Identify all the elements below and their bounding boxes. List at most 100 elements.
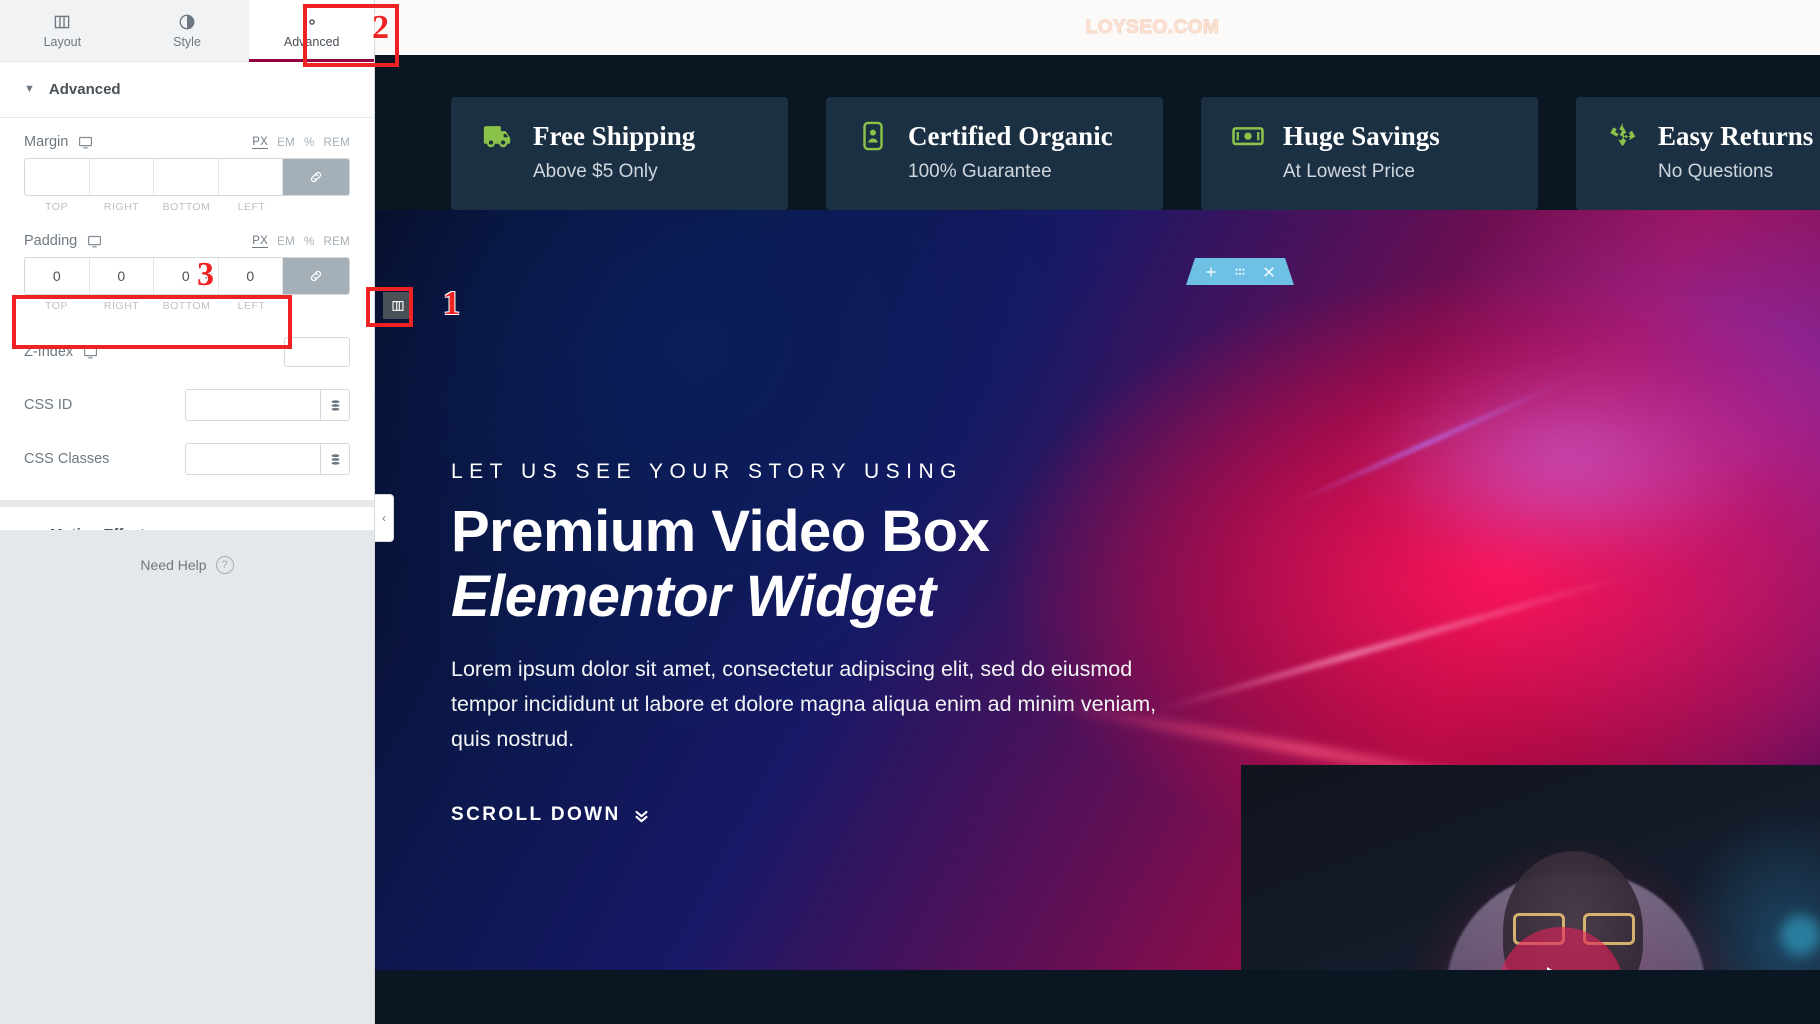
feature-card-subtitle: 100% Guarantee xyxy=(908,161,1052,182)
tab-advanced-label: Advanced xyxy=(283,34,340,49)
css-id-label: CSS ID xyxy=(24,397,73,413)
padding-left-input[interactable] xyxy=(218,258,282,294)
tab-style-label: Style xyxy=(173,34,201,49)
feature-card-subtitle: No Questions xyxy=(1658,161,1774,182)
badge-id-icon xyxy=(856,119,890,153)
feature-card-certified-organic[interactable]: Certified Organic 100% Guarantee xyxy=(826,97,1163,210)
margin-label-right: RIGHT xyxy=(103,201,140,213)
preview-topbar: LOYSEO.COM xyxy=(375,0,1820,55)
edit-column-icon[interactable] xyxy=(383,292,413,319)
unit-em[interactable]: EM xyxy=(277,236,295,248)
recycle-icon xyxy=(1606,119,1640,153)
section-toolbar[interactable] xyxy=(1186,258,1294,285)
unit-rem[interactable]: REM xyxy=(324,236,350,248)
css-classes-label: CSS Classes xyxy=(24,451,110,467)
tab-advanced[interactable]: Advanced xyxy=(249,0,375,62)
feature-card-easy-returns[interactable]: Easy Returns No Questions xyxy=(1576,97,1820,210)
section-title: Advanced xyxy=(48,81,121,98)
unit-percent[interactable]: % xyxy=(304,137,315,149)
need-help-label: Need Help xyxy=(140,557,207,573)
desktop-icon[interactable] xyxy=(78,135,93,150)
chevron-double-down-icon xyxy=(635,810,648,823)
collapse-panel-button[interactable]: ‹ xyxy=(375,494,394,542)
css-classes-field-group xyxy=(185,443,350,475)
zindex-label: Z-Index xyxy=(24,344,74,360)
accordion-motion-effects[interactable]: Motion Effects xyxy=(0,500,374,530)
margin-top-input[interactable] xyxy=(25,159,89,195)
unit-em[interactable]: EM xyxy=(277,137,295,149)
margin-right-input[interactable] xyxy=(89,159,153,195)
unit-px[interactable]: PX xyxy=(252,136,269,149)
annotation-number-1: 1 xyxy=(443,285,460,322)
drag-handle-icon xyxy=(1235,268,1245,275)
zindex-input[interactable] xyxy=(284,337,350,367)
margin-right-cell xyxy=(89,159,154,195)
margin-left-input[interactable] xyxy=(218,159,282,195)
padding-units[interactable]: PX EM % REM xyxy=(252,235,350,248)
padding-right-input[interactable] xyxy=(89,258,153,294)
padding-control: Padding PX EM % REM 0 0 0 0 TOP RIGHT BO… xyxy=(0,215,374,314)
padding-header: Padding PX EM % REM xyxy=(24,233,350,249)
chevron-down-icon: ▼ xyxy=(24,83,35,95)
question-mark-icon: ? xyxy=(215,556,234,574)
margin-label: Margin xyxy=(24,134,69,150)
feature-card-huge-savings[interactable]: Huge Savings At Lowest Price xyxy=(1201,97,1538,210)
elementor-editor: LOYSEO.COM Free Shipping Above $5 Only C… xyxy=(0,0,1820,1024)
layout-icon xyxy=(53,13,71,31)
margin-control: Margin PX EM % REM TOP RIGHT BOTTOM LEFT xyxy=(0,118,374,215)
padding-inputs xyxy=(24,257,350,295)
feature-card-title: Easy Returns xyxy=(1658,120,1814,151)
tab-layout-label: Layout xyxy=(43,34,82,49)
unit-px[interactable]: PX xyxy=(252,235,269,248)
css-id-control: CSS ID xyxy=(0,378,374,432)
desktop-icon[interactable] xyxy=(87,234,102,249)
css-classes-input[interactable] xyxy=(185,443,320,475)
css-id-input[interactable] xyxy=(185,389,320,421)
feature-card-header: Certified Organic xyxy=(826,119,1163,153)
padding-label-top: TOP xyxy=(45,300,68,312)
padding-label: Padding xyxy=(24,233,78,249)
css-classes-control: CSS Classes xyxy=(0,432,374,486)
margin-side-labels: TOP RIGHT BOTTOM LEFT xyxy=(24,201,350,213)
feature-card-title: Free Shipping xyxy=(533,120,696,151)
padding-link-values-button[interactable] xyxy=(283,258,349,294)
margin-label-wrap: Margin xyxy=(24,134,93,150)
feature-card-subtitle: Above $5 Only xyxy=(533,161,658,182)
delete-section-icon xyxy=(1264,267,1274,276)
add-section-icon xyxy=(1206,266,1216,277)
margin-units[interactable]: PX EM % REM xyxy=(252,136,350,149)
feature-cards-row: Free Shipping Above $5 Only Certified Or… xyxy=(375,55,1820,210)
padding-label-right: RIGHT xyxy=(103,300,140,312)
watermark-loyseo: LOYSEO.COM xyxy=(1085,16,1220,38)
annotation-number-3: 3 xyxy=(197,256,214,293)
desktop-icon[interactable] xyxy=(83,345,98,360)
video-box-widget[interactable] xyxy=(1241,765,1820,970)
margin-label-bottom: BOTTOM xyxy=(162,201,211,213)
margin-bottom-cell xyxy=(154,159,219,195)
margin-left-cell xyxy=(218,159,283,195)
tab-layout[interactable]: Layout xyxy=(0,0,125,61)
hero-title-line2: Elementor Widget xyxy=(451,563,936,629)
padding-top-input[interactable] xyxy=(25,258,89,294)
unit-percent[interactable]: % xyxy=(304,236,315,248)
gear-icon xyxy=(303,13,321,31)
padding-label-wrap: Padding xyxy=(24,233,102,249)
dynamic-tags-icon[interactable] xyxy=(320,443,350,475)
play-icon xyxy=(1547,967,1585,970)
scroll-down-link[interactable]: SCROLL DOWN xyxy=(451,804,1181,826)
padding-top-cell xyxy=(25,258,90,294)
feature-card-title: Certified Organic xyxy=(908,120,1113,151)
feature-card-free-shipping[interactable]: Free Shipping Above $5 Only xyxy=(451,97,788,210)
padding-label-bottom: BOTTOM xyxy=(162,300,211,312)
advanced-section-header[interactable]: ▼ Advanced xyxy=(0,62,374,118)
scroll-down-label: SCROLL DOWN xyxy=(451,804,621,826)
hero-content: LET US SEE YOUR STORY USING Premium Vide… xyxy=(451,460,1181,826)
margin-link-values-button[interactable] xyxy=(283,159,349,195)
dynamic-tags-icon[interactable] xyxy=(320,389,350,421)
annotation-number-2: 2 xyxy=(372,9,389,46)
need-help-link[interactable]: Need Help ? xyxy=(140,556,234,574)
unit-rem[interactable]: REM xyxy=(324,137,350,149)
margin-bottom-input[interactable] xyxy=(154,159,218,195)
tab-style[interactable]: Style xyxy=(124,0,250,61)
